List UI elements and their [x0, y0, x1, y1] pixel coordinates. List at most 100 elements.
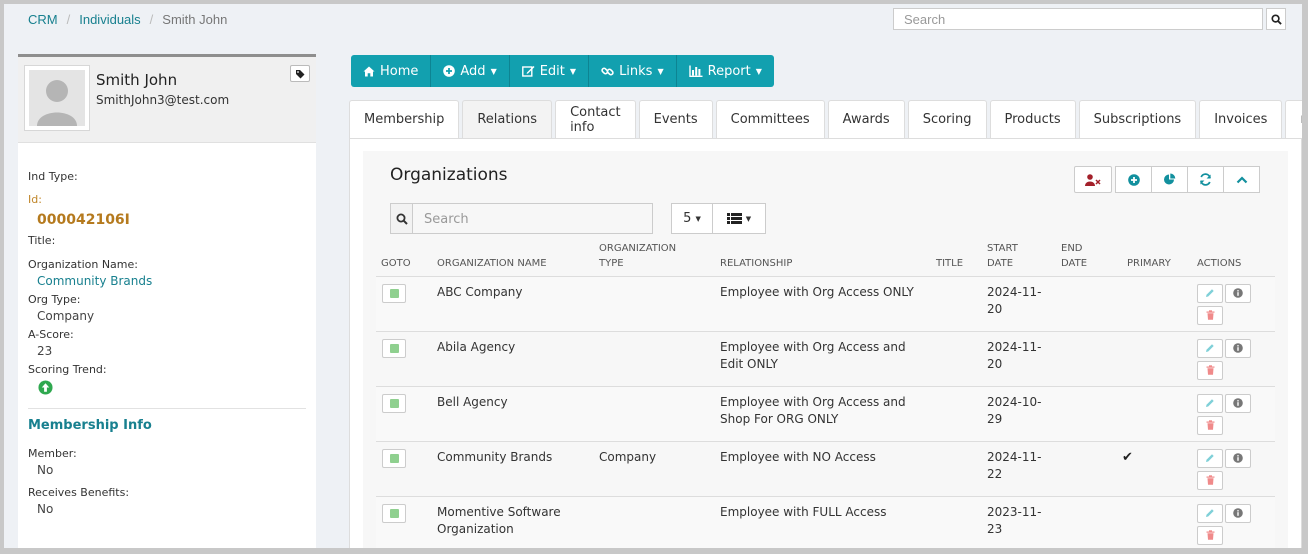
- plus-circle-icon: [443, 65, 456, 77]
- col-org-type[interactable]: ORGANIZATION TYPE: [594, 239, 715, 277]
- edit-row-button[interactable]: [1197, 393, 1223, 413]
- info-row-button[interactable]: [1225, 283, 1251, 303]
- org-type-cell: Company: [594, 441, 715, 497]
- edit-row-button[interactable]: [1197, 283, 1223, 303]
- avatar: [24, 65, 90, 131]
- delete-row-button[interactable]: [1197, 360, 1223, 380]
- actions-cell: [1192, 276, 1275, 332]
- start-date-cell: 2024-11-20: [982, 331, 1056, 387]
- receives-benefits-label: Receives Benefits:: [28, 486, 130, 499]
- goto-button[interactable]: [382, 393, 406, 413]
- trash-icon: [1206, 310, 1214, 320]
- collapse-button[interactable]: [1223, 166, 1260, 193]
- edit-row-button[interactable]: [1197, 338, 1223, 358]
- col-primary[interactable]: PRIMARY: [1122, 239, 1192, 277]
- trash-icon: [1206, 475, 1214, 485]
- receives-benefits-value: No: [37, 502, 54, 516]
- org-name-link[interactable]: Community Brands: [28, 274, 306, 288]
- tab-subscriptions[interactable]: Subscriptions: [1078, 100, 1197, 138]
- tab-committees[interactable]: Committees: [715, 100, 825, 138]
- home-button[interactable]: Home: [351, 55, 432, 87]
- table-body: ABC Company Employee with Org Access ONL…: [376, 276, 1275, 548]
- org-type-cell: [594, 496, 715, 548]
- org-type-cell: [594, 386, 715, 442]
- report-dropdown[interactable]: Report ▼: [676, 55, 774, 87]
- table-row: Abila Agency Employee with Org Access an…: [376, 331, 1275, 387]
- col-title[interactable]: TITLE: [931, 239, 982, 277]
- goto-button[interactable]: [382, 283, 406, 303]
- info-row-button[interactable]: [1225, 393, 1251, 413]
- col-goto[interactable]: GOTO: [376, 239, 432, 277]
- delete-row-button[interactable]: [1197, 525, 1223, 545]
- col-end-date[interactable]: END DATE: [1056, 239, 1122, 277]
- start-date-cell: 2024-11-20: [982, 276, 1056, 332]
- columns-dropdown[interactable]: ▼: [712, 203, 766, 234]
- global-search-button[interactable]: [1266, 8, 1286, 30]
- tag-button[interactable]: [290, 65, 310, 82]
- edit-label: Edit: [539, 63, 565, 79]
- trend-up-icon: [38, 380, 306, 398]
- end-date-cell: [1056, 496, 1122, 548]
- tab-more[interactable]: more ▼: [1285, 100, 1302, 138]
- organizations-table: GOTO ORGANIZATION NAME ORGANIZATION TYPE …: [376, 239, 1275, 548]
- goto-button[interactable]: [382, 338, 406, 358]
- delete-row-button[interactable]: [1197, 470, 1223, 490]
- pie-chart-icon: [1164, 173, 1176, 185]
- tab-contact-info[interactable]: Contact info: [555, 100, 636, 138]
- edit-row-button[interactable]: [1197, 448, 1223, 468]
- top-bar: CRM / Individuals / Smith John Search: [4, 4, 1302, 36]
- user-silhouette-icon: [37, 80, 77, 126]
- caret-down-icon: ▼: [695, 214, 701, 223]
- refresh-button[interactable]: [1187, 166, 1224, 193]
- chart-button[interactable]: [1151, 166, 1188, 193]
- caret-down-icon: ▼: [755, 66, 762, 76]
- col-relationship[interactable]: RELATIONSHIP: [715, 239, 931, 277]
- table-search-input[interactable]: Search: [412, 203, 653, 234]
- breadcrumb-crm[interactable]: CRM: [28, 12, 58, 27]
- title-cell: [931, 276, 982, 332]
- links-dropdown[interactable]: Links ▼: [589, 55, 677, 87]
- edit-row-button[interactable]: [1197, 503, 1223, 523]
- page-size-dropdown[interactable]: 5 ▼: [671, 203, 713, 234]
- add-dropdown[interactable]: Add ▼: [431, 55, 510, 87]
- tab-membership[interactable]: Membership: [349, 100, 460, 138]
- trash-icon: [1206, 420, 1214, 430]
- global-search-input[interactable]: Search: [893, 8, 1263, 30]
- col-end-line1: END: [1061, 242, 1083, 254]
- goto-button[interactable]: [382, 503, 406, 523]
- profile-fields: Ind Type: Id: 000042106I Title: Organiza…: [18, 143, 316, 516]
- plus-circle-icon: [1127, 173, 1140, 186]
- caret-down-icon: ▼: [657, 66, 664, 76]
- search-icon: [396, 213, 408, 225]
- action-toolbar: Home Add ▼ Edit ▼ Links ▼ Report ▼: [351, 55, 774, 87]
- org-type-label: Org Type:: [28, 293, 81, 306]
- tab-products[interactable]: Products: [989, 100, 1076, 138]
- tab-relations[interactable]: Relations: [462, 100, 553, 138]
- info-row-button[interactable]: [1225, 448, 1251, 468]
- table-row: Community Brands Company Employee with N…: [376, 441, 1275, 497]
- pencil-icon: [1206, 289, 1214, 297]
- breadcrumb-individuals[interactable]: Individuals: [79, 12, 140, 27]
- breadcrumb: CRM / Individuals / Smith John: [28, 12, 227, 27]
- edit-dropdown[interactable]: Edit ▼: [509, 55, 590, 87]
- add-relation-button[interactable]: [1115, 166, 1152, 193]
- caret-down-icon: ▼: [490, 66, 497, 76]
- tab-awards[interactable]: Awards: [827, 100, 905, 138]
- tab-scoring[interactable]: Scoring: [907, 100, 987, 138]
- goto-button[interactable]: [382, 448, 406, 468]
- relationship-cell: Employee with Org Access and Shop For OR…: [715, 386, 931, 442]
- delete-row-button[interactable]: [1197, 415, 1223, 435]
- breadcrumb-current: Smith John: [162, 12, 228, 27]
- tab-events[interactable]: Events: [638, 100, 713, 138]
- info-row-button[interactable]: [1225, 338, 1251, 358]
- info-row-button[interactable]: [1225, 503, 1251, 523]
- col-org-name[interactable]: ORGANIZATION NAME: [432, 239, 594, 277]
- remove-relation-button[interactable]: [1074, 166, 1112, 193]
- delete-row-button[interactable]: [1197, 305, 1223, 325]
- tab-invoices[interactable]: Invoices: [1199, 100, 1283, 138]
- link-icon: [601, 66, 614, 76]
- info-icon: [1233, 453, 1243, 463]
- page-size-value: 5: [683, 211, 692, 226]
- info-icon: [1233, 508, 1243, 518]
- col-start-date[interactable]: START DATE: [982, 239, 1056, 277]
